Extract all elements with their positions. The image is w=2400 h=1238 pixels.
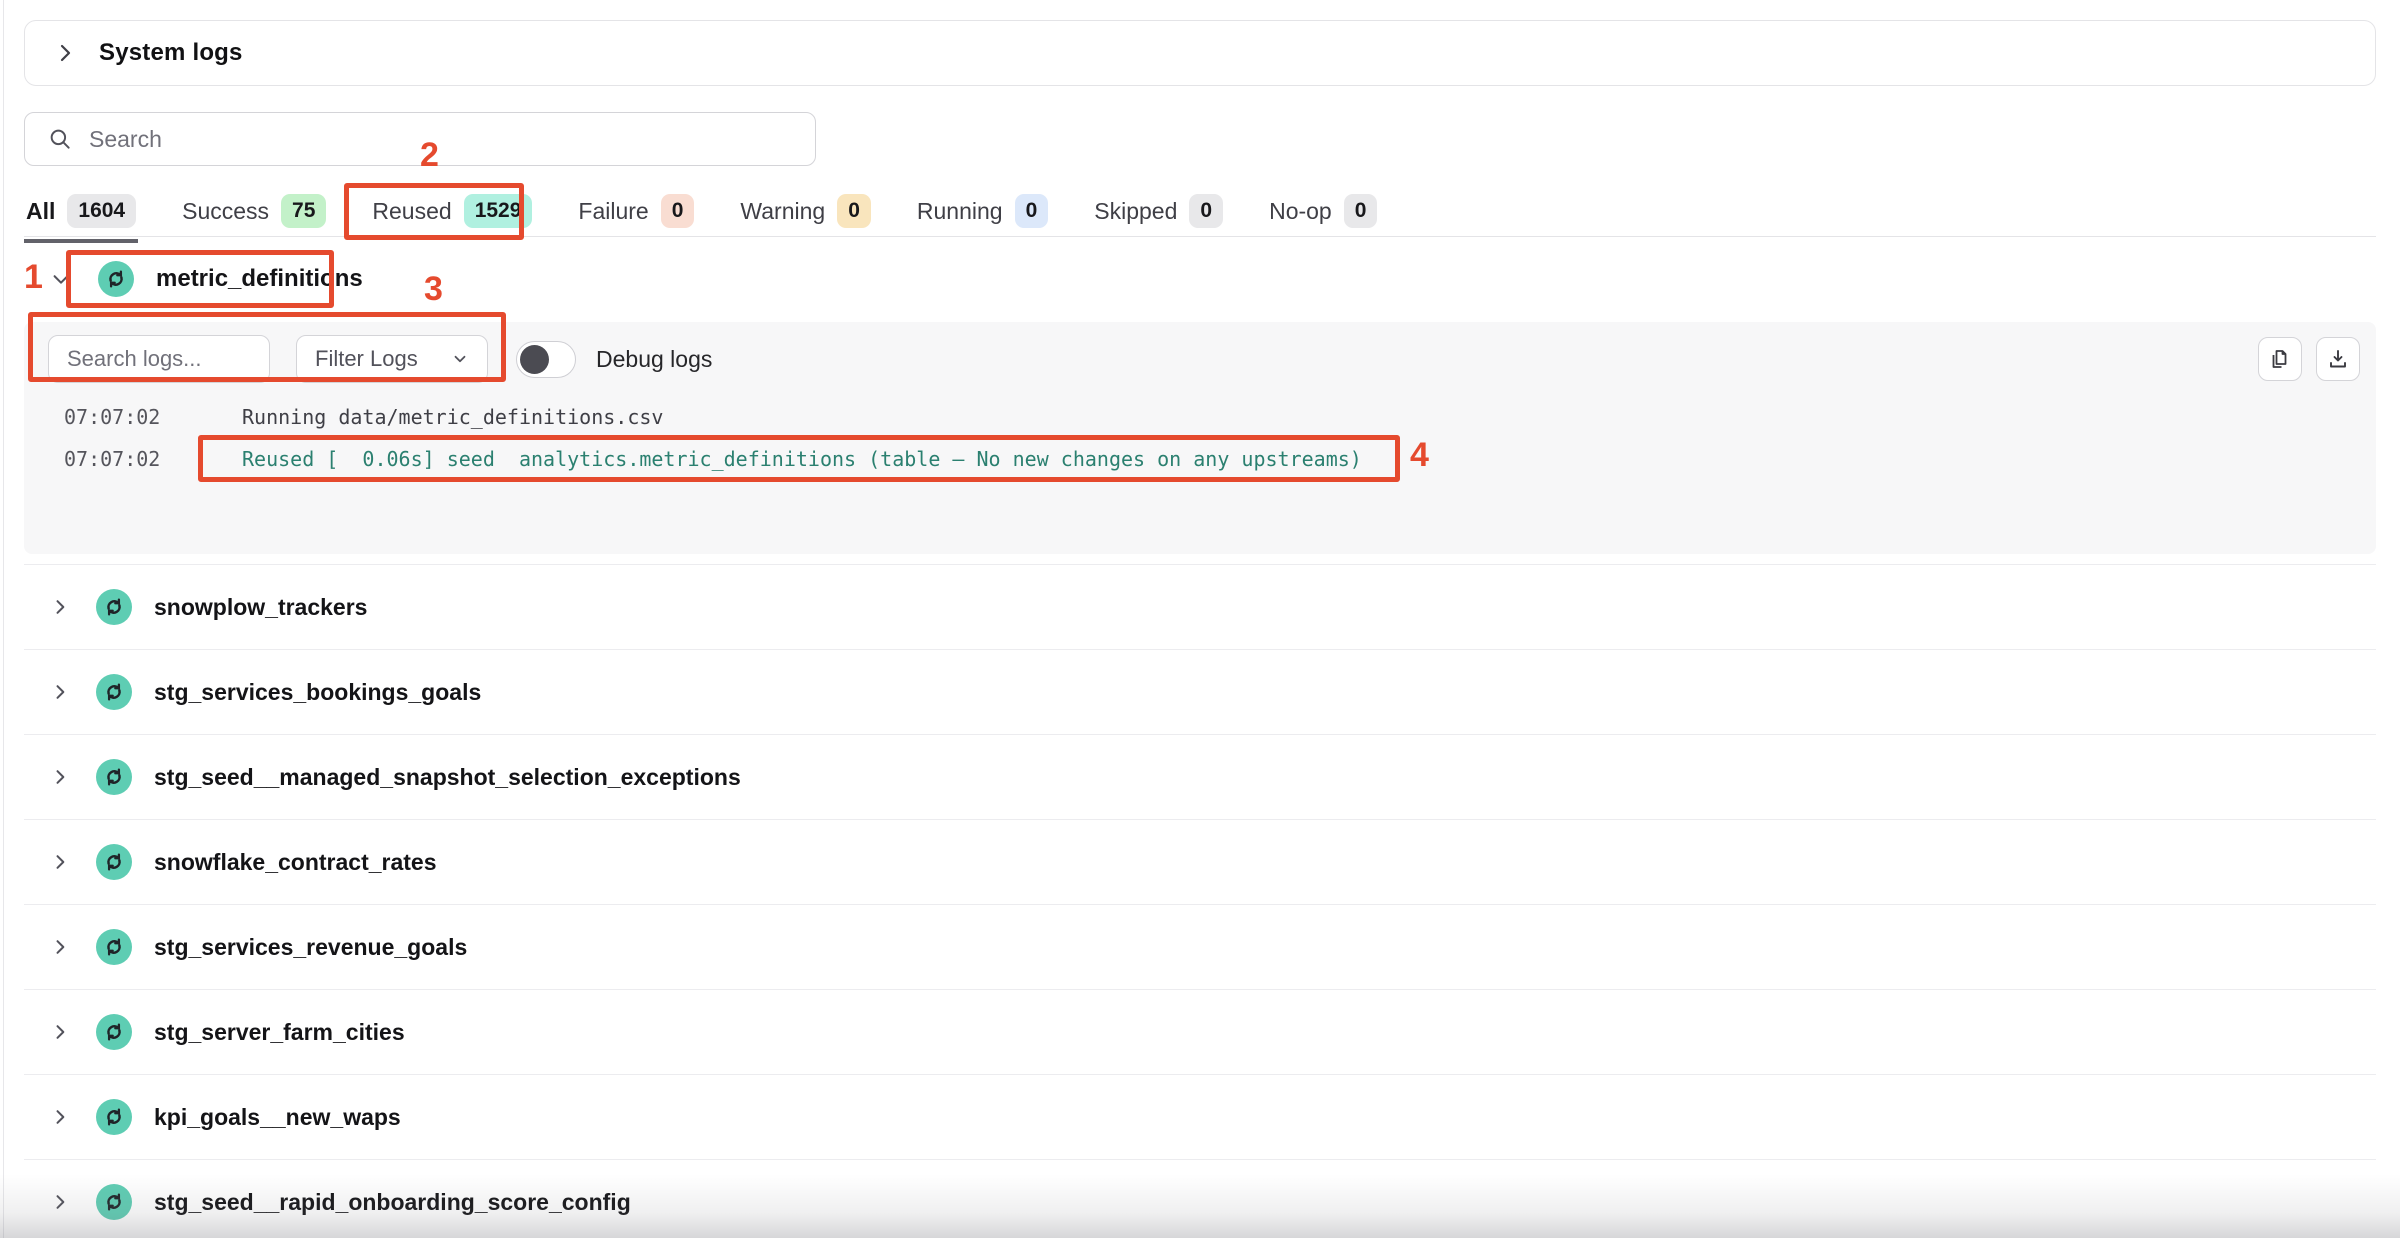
tab-warning[interactable]: Warning 0 [738,190,872,239]
item-name: snowplow_trackers [154,594,367,621]
item-name: stg_services_revenue_goals [154,934,467,961]
tab-reused-count: 1529 [464,194,533,228]
list-item-snowplow-trackers[interactable]: snowplow_trackers [24,564,2376,649]
status-tabbar: All 1604 Success 75 Reused 1529 Failure … [24,190,2376,237]
chevron-right-icon [50,682,70,702]
page-left-edge [3,0,4,1238]
chevron-right-icon [50,1107,70,1127]
reused-status-icon [96,674,132,710]
log-panel-toolbar: Filter Logs Debug logs [24,322,2376,396]
reused-status-icon [96,1099,132,1135]
tab-noop-count: 0 [1344,194,1378,228]
tab-running-count: 0 [1015,194,1049,228]
log-panel: Filter Logs Debug logs 07:07:02 [24,322,2376,554]
tab-warning-count: 0 [837,194,871,228]
log-line-reused: 07:07:02 Reused [ 0.06s] seed analytics.… [24,438,2376,480]
chevron-right-icon [50,937,70,957]
item-name: stg_seed__managed_snapshot_selection_exc… [154,764,741,791]
download-icon [2326,347,2350,371]
log-output: 07:07:02 Running data/metric_definitions… [24,396,2376,480]
chevron-right-icon [50,1022,70,1042]
log-message: Running data/metric_definitions.csv [242,405,663,429]
reused-status-icon [96,1184,132,1220]
tab-success[interactable]: Success 75 [180,190,328,239]
list-item-stg-seed-rapid-onboarding-score-config[interactable]: stg_seed__rapid_onboarding_score_config [24,1159,2376,1238]
chevron-right-icon [50,597,70,617]
tab-success-count: 75 [281,194,326,228]
debug-logs-label: Debug logs [596,346,712,373]
chevron-down-icon [451,350,469,368]
item-name: snowflake_contract_rates [154,849,437,876]
log-message: Reused [ 0.06s] seed analytics.metric_de… [242,447,1362,471]
tab-reused[interactable]: Reused 1529 [370,190,534,239]
tab-running[interactable]: Running 0 [915,190,1050,239]
tab-noop[interactable]: No-op 0 [1267,190,1379,239]
tab-all-count: 1604 [67,194,136,228]
reused-status-icon [96,759,132,795]
tab-failure-count: 0 [661,194,695,228]
list-item-stg-server-farm-cities[interactable]: stg_server_farm_cities [24,989,2376,1074]
tab-all[interactable]: All 1604 [24,190,138,243]
chevron-right-icon [50,767,70,787]
list-item-metric-definitions-expanded[interactable]: metric_definitions [24,248,2376,310]
search-icon [47,126,73,152]
item-name: kpi_goals__new_waps [154,1104,401,1131]
item-name: metric_definitions [156,265,363,293]
copy-icon [2268,347,2292,371]
chevron-right-icon [50,1192,70,1212]
chevron-right-icon [50,852,70,872]
log-search-input[interactable] [67,346,251,372]
toggle-knob [520,345,549,374]
reused-status-icon [96,1014,132,1050]
list-item-kpi-goals-new-waps[interactable]: kpi_goals__new_waps [24,1074,2376,1159]
reused-status-icon [96,589,132,625]
download-logs-button[interactable] [2316,337,2360,381]
reused-status-icon [96,929,132,965]
debug-logs-toggle[interactable] [516,341,576,378]
results-list: snowplow_trackers stg_services_bookings_… [24,564,2376,1238]
list-item-stg-seed-managed-snapshot-selection-exceptions[interactable]: stg_seed__managed_snapshot_selection_exc… [24,734,2376,819]
reused-status-icon [98,261,134,297]
log-timestamp: 07:07:02 [64,447,202,471]
item-name: stg_services_bookings_goals [154,679,481,706]
tab-skipped-count: 0 [1189,194,1223,228]
copy-logs-button[interactable] [2258,337,2302,381]
list-item-stg-services-bookings-goals[interactable]: stg_services_bookings_goals [24,649,2376,734]
list-item-stg-services-revenue-goals[interactable]: stg_services_revenue_goals [24,904,2376,989]
chevron-down-icon[interactable] [50,268,72,290]
system-logs-page: System logs All 1604 Success 75 Reused 1… [0,0,2400,1238]
log-search-field [48,335,270,383]
log-line: 07:07:02 Running data/metric_definitions… [24,396,2376,438]
chevron-right-icon [53,41,77,65]
list-item-snowflake-contract-rates[interactable]: snowflake_contract_rates [24,819,2376,904]
search-input[interactable] [89,126,815,153]
search-bar [24,112,816,166]
tab-skipped[interactable]: Skipped 0 [1092,190,1225,239]
log-timestamp: 07:07:02 [64,405,202,429]
filter-logs-dropdown[interactable]: Filter Logs [296,335,488,383]
item-name: stg_seed__rapid_onboarding_score_config [154,1189,631,1216]
tab-failure[interactable]: Failure 0 [576,190,696,239]
reused-status-icon [96,844,132,880]
item-name: stg_server_farm_cities [154,1019,405,1046]
page-title: System logs [99,39,243,67]
system-logs-header[interactable]: System logs [24,20,2376,86]
